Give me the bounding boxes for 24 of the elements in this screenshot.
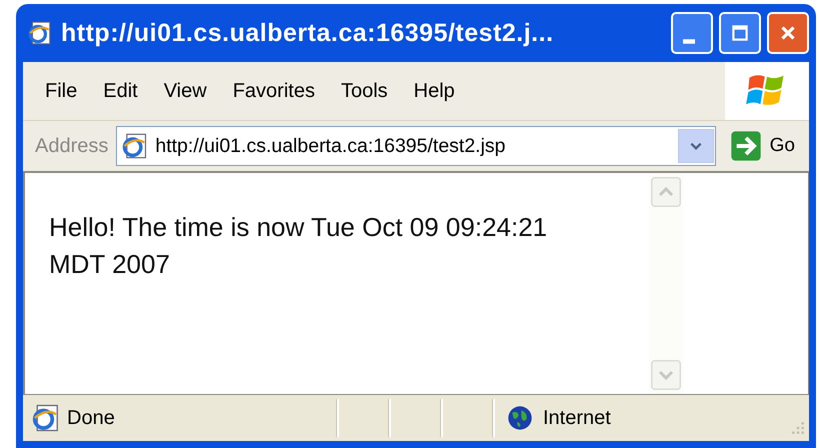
arrow-right-icon — [730, 130, 762, 162]
menu-item[interactable]: Edit — [95, 80, 156, 102]
status-text: Done — [67, 406, 115, 430]
maximize-button[interactable] — [719, 12, 761, 54]
menu-item[interactable]: File — [37, 80, 96, 102]
window-title: http://ui01.cs.ualberta.ca:16395/test2.j... — [61, 18, 555, 48]
close-button[interactable] — [767, 12, 809, 54]
go-button[interactable]: Go — [724, 130, 801, 162]
globe-icon — [507, 405, 533, 431]
page-text: Hello! The time is now Tue Oct 09 09:24:21 MDT 2007 — [48, 211, 548, 281]
page-icon — [31, 403, 61, 433]
chevron-down-icon — [688, 140, 703, 152]
minimize-button[interactable] — [671, 12, 713, 54]
menu-item[interactable]: Tools — [332, 80, 406, 102]
menu-item[interactable]: Help — [406, 80, 473, 102]
resize-grip-icon[interactable] — [791, 421, 805, 435]
menu-item[interactable]: View — [156, 80, 225, 102]
zone-text: Internet — [543, 406, 611, 430]
minimize-icon — [683, 38, 695, 44]
page-icon — [27, 20, 53, 46]
menu-item[interactable]: Favorites — [224, 80, 333, 102]
address-field[interactable]: http://ui01.cs.ualberta.ca:16395/test2.jsp — [116, 126, 716, 166]
dropdown-button[interactable] — [678, 129, 714, 163]
address-label: Address — [35, 134, 108, 158]
